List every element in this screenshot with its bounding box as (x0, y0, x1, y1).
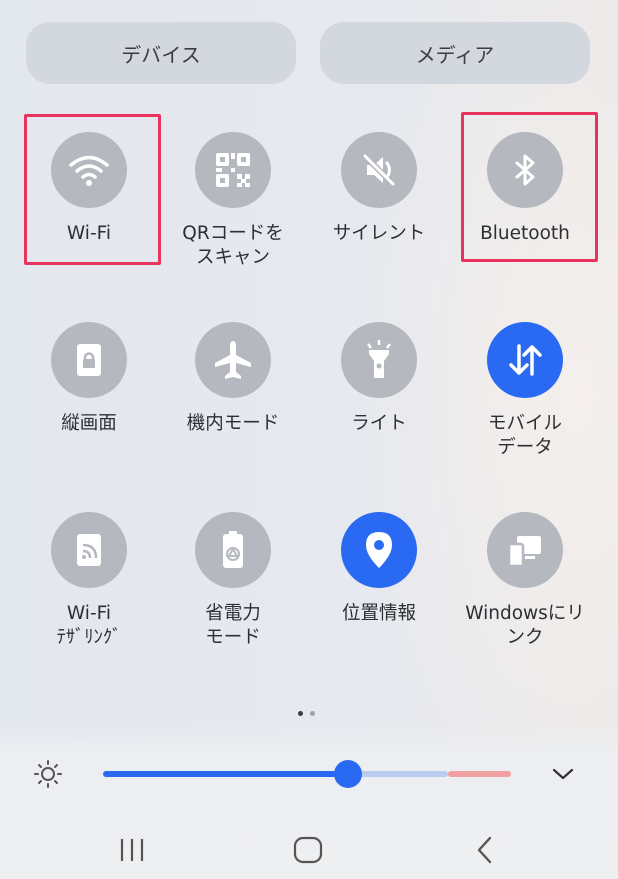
page-dot-active (298, 711, 303, 716)
tile-location[interactable]: 位置情報 (309, 512, 449, 626)
devices-button[interactable]: デバイス (26, 22, 296, 84)
brightness-slider-fill[interactable] (103, 771, 348, 777)
devices-button-label: デバイス (121, 42, 201, 67)
recent-apps-icon[interactable] (118, 835, 146, 869)
mobile-data-icon[interactable] (487, 322, 563, 398)
tile-mobile-data-label: モバイル データ (487, 413, 562, 458)
brightness-slider-thumb[interactable] (334, 760, 362, 788)
power-saving-icon[interactable] (195, 512, 271, 588)
portrait-lock-icon[interactable] (51, 322, 127, 398)
airplane-icon[interactable] (195, 322, 271, 398)
tile-airplane-label: 機内モード (186, 413, 280, 434)
tile-location-label: 位置情報 (341, 603, 416, 624)
tile-power-saving[interactable]: 省電力 モード (163, 512, 303, 650)
tile-flashlight[interactable]: ライト (309, 322, 449, 436)
hotspot-icon[interactable] (51, 512, 127, 588)
tile-silent-label: サイレント (332, 223, 426, 244)
media-button-label: メディア (415, 42, 495, 67)
tile-airplane[interactable]: 機内モード (163, 322, 303, 436)
tile-silent[interactable]: サイレント (309, 132, 449, 246)
page-indicator (298, 711, 315, 716)
tile-link-to-windows[interactable]: Windowsにリ ンク (455, 512, 595, 650)
media-button[interactable]: メディア (320, 22, 590, 84)
mute-icon[interactable] (341, 132, 417, 208)
back-icon[interactable] (474, 835, 496, 869)
tile-portrait[interactable]: 縦画面 (19, 322, 159, 436)
brightness-slider-track[interactable] (348, 771, 448, 777)
page-dot (310, 711, 315, 716)
tile-link-to-windows-label: Windowsにリ ンク (465, 603, 585, 648)
tile-portrait-label: 縦画面 (61, 413, 117, 434)
highlight-box-bluetooth (461, 112, 598, 262)
flashlight-icon[interactable] (341, 322, 417, 398)
home-icon[interactable] (292, 835, 324, 869)
tile-qr-scan[interactable]: QRコードを スキャン (163, 132, 303, 270)
tile-power-saving-label: 省電力 モード (205, 603, 261, 648)
tile-flashlight-label: ライト (351, 413, 407, 434)
tile-wifi-tethering[interactable]: Wi-Fi ﾃｻﾞﾘﾝｸﾞ (19, 512, 159, 650)
brightness-slider-warning-segment (448, 771, 511, 777)
location-icon[interactable] (341, 512, 417, 588)
qr-code-icon[interactable] (195, 132, 271, 208)
link-to-windows-icon[interactable] (487, 512, 563, 588)
brightness-icon (33, 759, 63, 793)
highlight-box-wifi (24, 114, 161, 265)
tile-wifi-tethering-label: Wi-Fi ﾃｻﾞﾘﾝｸﾞ (56, 603, 122, 648)
tile-qr-scan-label: QRコードを スキャン (182, 223, 284, 268)
tile-mobile-data[interactable]: モバイル データ (455, 322, 595, 460)
expand-chevron-down-icon[interactable] (552, 766, 574, 785)
